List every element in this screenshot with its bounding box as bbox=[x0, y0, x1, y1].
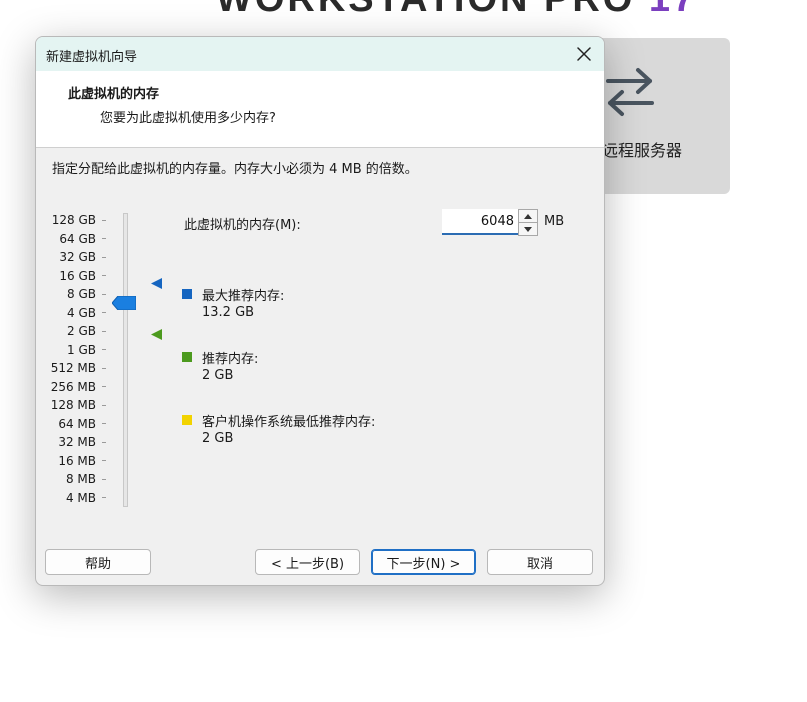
memory-spinner bbox=[518, 209, 538, 236]
scale-label: 64 GB bbox=[59, 231, 96, 246]
instruction-text: 指定分配给此虚拟机的内存量。内存大小必须为 4 MB 的倍数。 bbox=[52, 162, 418, 177]
next-button[interactable]: 下一步(N) > bbox=[371, 549, 476, 575]
scale-tick: 1 GB bbox=[36, 342, 106, 358]
scale-tick: 128 GB bbox=[36, 212, 106, 228]
scale-tick: 8 MB bbox=[36, 471, 106, 487]
scale-label: 1 GB bbox=[67, 342, 96, 357]
scale-label: 4 MB bbox=[65, 490, 96, 505]
memory-label: 此虚拟机的内存(M): bbox=[184, 218, 301, 233]
memory-slider-track[interactable] bbox=[123, 213, 128, 507]
scale-label: 16 GB bbox=[59, 268, 96, 283]
legend-label: 客户机操作系统最低推荐内存: bbox=[202, 415, 376, 430]
scale-tick: 4 MB bbox=[36, 490, 106, 506]
recommended-swatch bbox=[182, 352, 192, 362]
scale-label: 256 MB bbox=[50, 379, 96, 394]
memory-input[interactable] bbox=[442, 209, 518, 235]
scale-label: 64 MB bbox=[58, 416, 96, 431]
scale-tick: 128 MB bbox=[36, 397, 106, 413]
legend-label: 最大推荐内存: bbox=[202, 289, 285, 304]
scale-label: 2 GB bbox=[67, 324, 96, 338]
decrement-button[interactable] bbox=[518, 222, 538, 236]
scale-tick: 8 GB bbox=[36, 286, 106, 302]
memory-slider-thumb[interactable] bbox=[111, 295, 137, 314]
scale-tick: 256 MB bbox=[36, 379, 106, 395]
help-button[interactable]: 帮助 bbox=[45, 549, 151, 575]
cancel-button[interactable]: 取消 bbox=[487, 549, 593, 575]
legend-value: 13.2 GB bbox=[202, 305, 255, 320]
scale-tick: 2 GB bbox=[36, 323, 106, 339]
page-title: 此虚拟机的内存 bbox=[68, 87, 160, 102]
scale-label: 32 GB bbox=[59, 250, 96, 264]
scale-tick: 32 GB bbox=[36, 249, 106, 265]
dialog-titlebar: 新建虚拟机向导 bbox=[36, 37, 604, 71]
page-subtitle: 您要为此虚拟机使用多少内存? bbox=[100, 111, 276, 126]
scale-label: 512 MB bbox=[50, 361, 96, 375]
scale-label: 32 MB bbox=[58, 435, 96, 449]
scale-label: 8 GB bbox=[67, 287, 96, 301]
scale-label: 128 GB bbox=[51, 213, 96, 227]
recommended-marker-icon bbox=[151, 325, 162, 344]
guest-min-swatch bbox=[182, 415, 192, 425]
scale-tick: 512 MB bbox=[36, 360, 106, 376]
increment-button[interactable] bbox=[518, 209, 538, 223]
scale-tick: 64 GB bbox=[36, 231, 106, 247]
swap-arrows-icon bbox=[604, 66, 656, 122]
scale-label: 4 GB bbox=[67, 305, 96, 320]
back-button[interactable]: < 上一步(B) bbox=[255, 549, 360, 575]
max-recommended-swatch bbox=[182, 289, 192, 299]
memory-unit: MB bbox=[544, 214, 565, 229]
app-title-version: 17 bbox=[649, 0, 697, 20]
app-title: WORKSTATION PRO 17 bbox=[216, 0, 697, 21]
scale-label: 128 MB bbox=[50, 398, 96, 412]
scale-tick: 32 MB bbox=[36, 434, 106, 450]
chevron-up-icon bbox=[524, 213, 532, 219]
scale-tick: 4 GB bbox=[36, 305, 106, 321]
close-icon[interactable] bbox=[572, 42, 596, 66]
card-label: 远程服务器 bbox=[602, 141, 683, 160]
new-vm-wizard-dialog: 新建虚拟机向导 此虚拟机的内存 您要为此虚拟机使用多少内存? 指定分配给此虚拟机… bbox=[35, 36, 605, 586]
legend-label: 推荐内存: bbox=[202, 352, 259, 367]
scale-label: 8 MB bbox=[65, 472, 96, 486]
scale-tick: 16 GB bbox=[36, 268, 106, 284]
app-title-main: WORKSTATION PRO bbox=[216, 0, 635, 20]
scale-label: 16 MB bbox=[58, 453, 96, 468]
scale-tick: 16 MB bbox=[36, 453, 106, 469]
chevron-down-icon bbox=[524, 226, 532, 232]
scale-tick: 64 MB bbox=[36, 416, 106, 432]
legend-value: 2 GB bbox=[202, 431, 234, 446]
dialog-title: 新建虚拟机向导 bbox=[46, 50, 138, 65]
legend-value: 2 GB bbox=[202, 368, 234, 383]
wizard-header: 此虚拟机的内存 您要为此虚拟机使用多少内存? bbox=[36, 71, 604, 148]
max-recommended-marker-icon bbox=[151, 274, 162, 293]
